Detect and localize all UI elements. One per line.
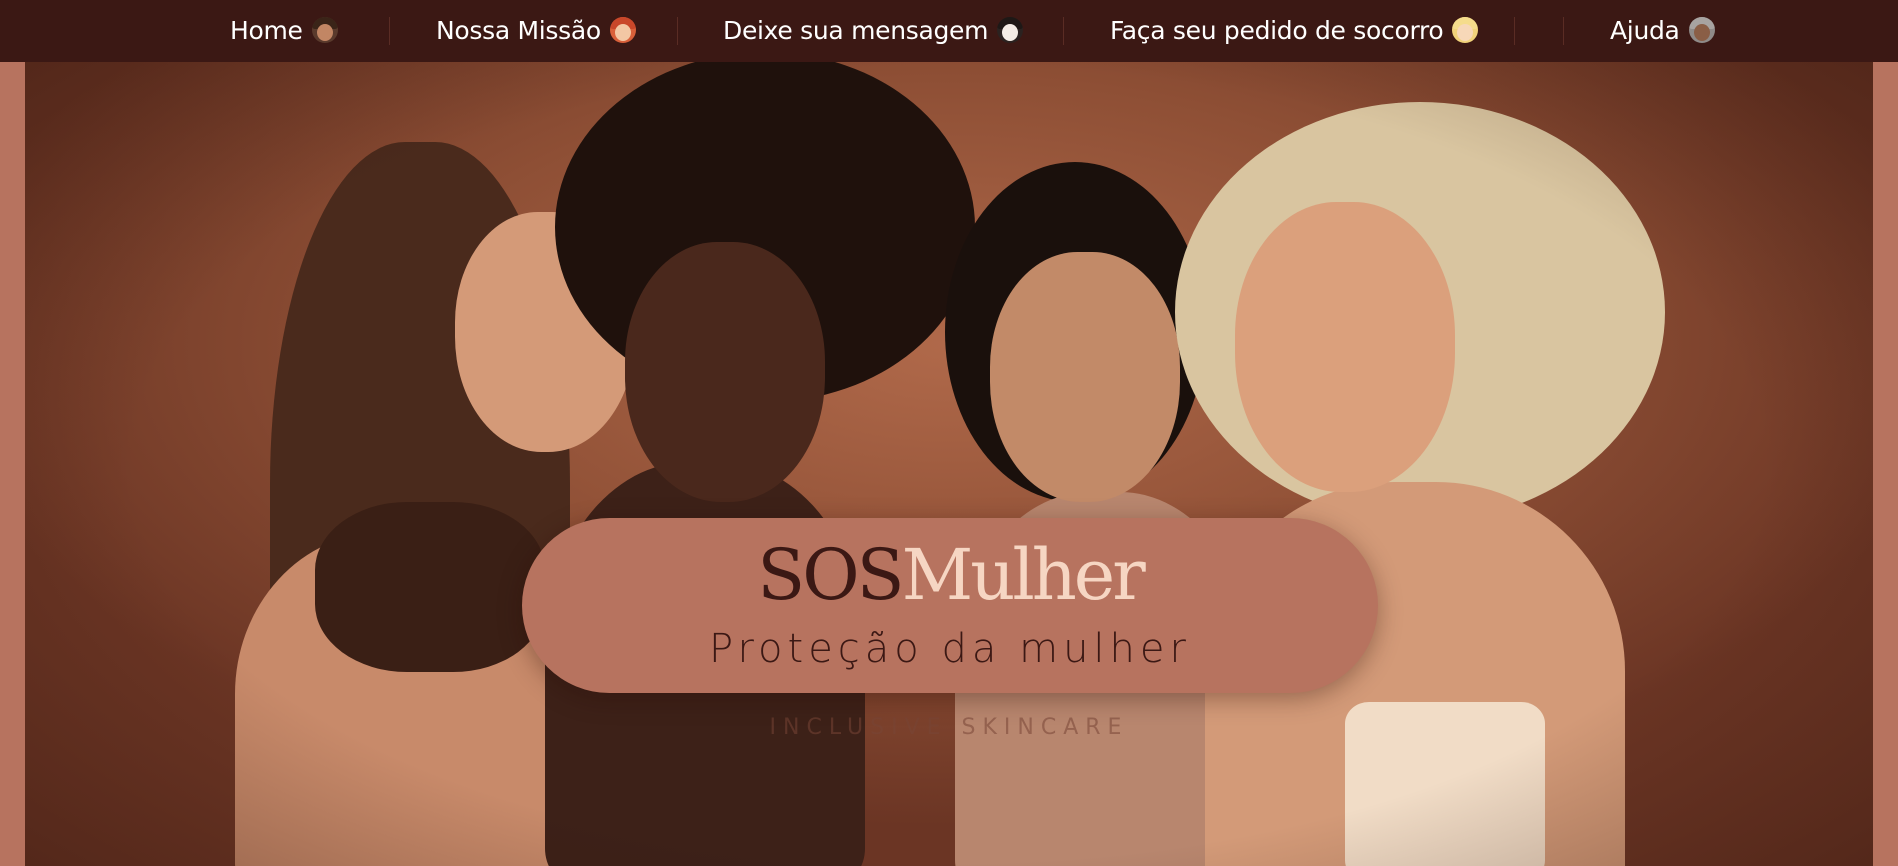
nav-ajuda[interactable]: Ajuda	[1610, 13, 1715, 47]
nav-home-label: Home	[230, 15, 303, 45]
nav-nossa-missao-label: Nossa Missão	[436, 15, 601, 45]
woman-gray-hair-emoji-icon	[1688, 17, 1715, 43]
hero-tagline: Proteção da mulher	[709, 626, 1191, 672]
nav-divider	[677, 17, 678, 45]
woman-blonde-hair-emoji-icon	[1452, 17, 1479, 43]
nav-divider	[1514, 17, 1515, 45]
hero-title-card: SOSMulher Proteção da mulher	[522, 518, 1378, 693]
top-navigation: Home Nossa Missão Deixe sua mensagem Faç…	[0, 0, 1898, 62]
brand-logo: SOSMulher	[522, 540, 1378, 610]
woman-dark-hair-emoji-icon	[311, 17, 338, 43]
nav-divider	[389, 17, 390, 45]
nav-divider	[1063, 17, 1064, 45]
brand-mulher: Mulher	[901, 534, 1146, 616]
nav-home[interactable]: Home	[230, 13, 338, 47]
hero-photo	[25, 62, 1873, 866]
nav-deixe-mensagem[interactable]: Deixe sua mensagem	[723, 13, 1024, 47]
nav-pedido-socorro[interactable]: Faça seu pedido de socorro	[1110, 13, 1479, 47]
brand-sos: SOS	[757, 534, 904, 616]
nav-deixe-mensagem-label: Deixe sua mensagem	[723, 15, 989, 45]
nav-divider	[1563, 17, 1564, 45]
woman-red-hair-emoji-icon	[609, 17, 636, 43]
nav-ajuda-label: Ajuda	[1610, 15, 1680, 45]
hero-banner: INCLUSIVE SKINCARE	[25, 62, 1873, 866]
nav-pedido-socorro-label: Faça seu pedido de socorro	[1110, 15, 1444, 45]
photo-watermark: INCLUSIVE SKINCARE	[769, 715, 1129, 740]
nav-nossa-missao[interactable]: Nossa Missão	[436, 13, 636, 47]
woman-curly-hair-emoji-icon	[997, 17, 1024, 43]
